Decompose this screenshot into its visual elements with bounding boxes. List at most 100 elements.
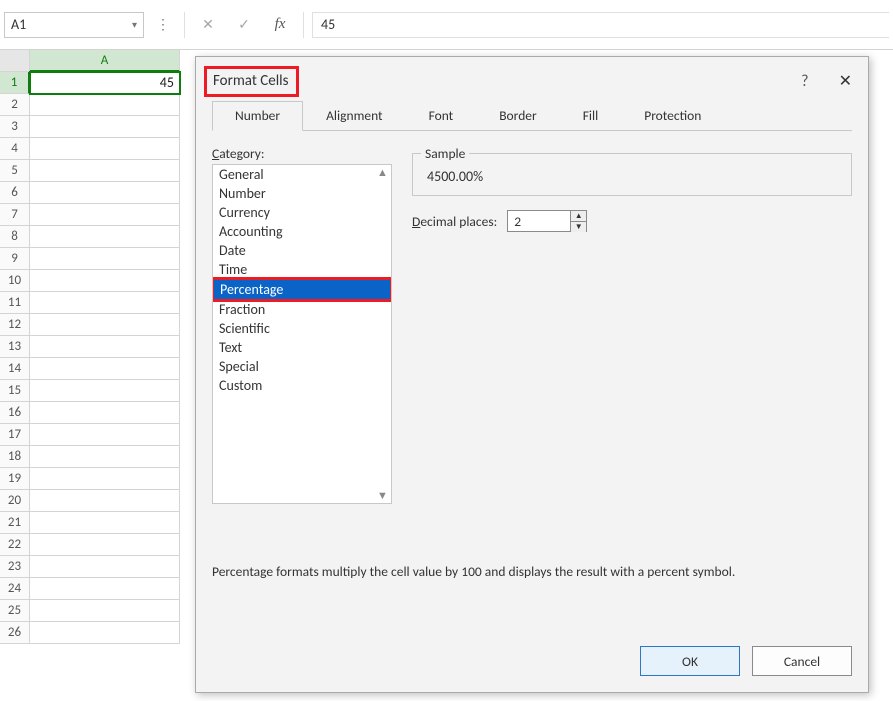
- row-header[interactable]: 11: [0, 292, 30, 314]
- row-header[interactable]: 19: [0, 468, 30, 490]
- cell[interactable]: [30, 578, 180, 600]
- insert-function-button[interactable]: fx: [265, 12, 295, 38]
- cell[interactable]: [30, 248, 180, 270]
- cell[interactable]: [30, 446, 180, 468]
- cell[interactable]: [30, 336, 180, 358]
- row-header[interactable]: 9: [0, 248, 30, 270]
- row-header[interactable]: 13: [0, 336, 30, 358]
- cell[interactable]: [30, 138, 180, 160]
- row-header[interactable]: 8: [0, 226, 30, 248]
- formula-input[interactable]: 45: [312, 12, 889, 38]
- cell[interactable]: [30, 424, 180, 446]
- row-header[interactable]: 26: [0, 622, 30, 644]
- row-header[interactable]: 24: [0, 578, 30, 600]
- row-header[interactable]: 16: [0, 402, 30, 424]
- cell[interactable]: [30, 270, 180, 292]
- category-item-fraction[interactable]: Fraction: [213, 300, 391, 319]
- category-item-general[interactable]: General: [213, 165, 391, 184]
- tab-protection[interactable]: Protection: [621, 101, 724, 130]
- ok-button[interactable]: OK: [640, 646, 740, 676]
- row-header[interactable]: 20: [0, 490, 30, 512]
- row-header[interactable]: 22: [0, 534, 30, 556]
- category-column: Category: GeneralNumberCurrencyAccountin…: [212, 145, 392, 504]
- dialog-title: Format Cells: [213, 72, 288, 90]
- decimal-places-spinner[interactable]: 2 ▲ ▼: [507, 210, 587, 232]
- row-header[interactable]: 4: [0, 138, 30, 160]
- spinner-buttons: ▲ ▼: [570, 211, 586, 231]
- row-header[interactable]: 5: [0, 160, 30, 182]
- row-header[interactable]: 1: [0, 72, 30, 94]
- cell[interactable]: [30, 204, 180, 226]
- cell[interactable]: [30, 512, 180, 534]
- category-listbox[interactable]: GeneralNumberCurrencyAccountingDateTimeP…: [212, 164, 392, 504]
- tab-number[interactable]: Number: [212, 101, 303, 131]
- row-header[interactable]: 25: [0, 600, 30, 622]
- category-item-custom[interactable]: Custom: [213, 376, 391, 395]
- cell[interactable]: [30, 600, 180, 622]
- row-header[interactable]: 3: [0, 116, 30, 138]
- row-header[interactable]: 7: [0, 204, 30, 226]
- cell[interactable]: [30, 226, 180, 248]
- tab-fill[interactable]: Fill: [560, 101, 622, 130]
- cancel-entry-button[interactable]: ✕: [193, 12, 223, 38]
- row-header[interactable]: 23: [0, 556, 30, 578]
- resize-handle-icon[interactable]: ⋮: [150, 16, 176, 33]
- category-item-date[interactable]: Date: [213, 241, 391, 260]
- row-header[interactable]: 18: [0, 446, 30, 468]
- dialog-titlebar[interactable]: Format Cells ? ✕: [212, 67, 852, 95]
- category-item-percentage[interactable]: Percentage: [212, 277, 392, 302]
- cell[interactable]: [30, 622, 180, 644]
- row-header[interactable]: 12: [0, 314, 30, 336]
- row-header[interactable]: 15: [0, 380, 30, 402]
- row-header[interactable]: 21: [0, 512, 30, 534]
- cell[interactable]: [30, 160, 180, 182]
- cell[interactable]: [30, 358, 180, 380]
- cell[interactable]: [30, 380, 180, 402]
- category-item-accounting[interactable]: Accounting: [213, 222, 391, 241]
- tab-border[interactable]: Border: [476, 101, 560, 130]
- category-item-text[interactable]: Text: [213, 338, 391, 357]
- cell[interactable]: [30, 402, 180, 424]
- cell[interactable]: [30, 292, 180, 314]
- scroll-down-icon[interactable]: ▼: [375, 489, 390, 502]
- name-box[interactable]: A1 ▾: [4, 12, 144, 38]
- cell[interactable]: [30, 94, 180, 116]
- dropdown-icon[interactable]: ▾: [132, 18, 137, 31]
- category-item-number[interactable]: Number: [213, 184, 391, 203]
- close-icon[interactable]: ✕: [839, 71, 852, 91]
- x-icon: ✕: [202, 16, 214, 33]
- fx-icon: fx: [275, 16, 286, 33]
- cancel-button[interactable]: Cancel: [752, 646, 852, 676]
- col-header-A[interactable]: A: [30, 50, 180, 72]
- name-box-value: A1: [11, 16, 26, 33]
- category-item-scientific[interactable]: Scientific: [213, 319, 391, 338]
- cell[interactable]: 45: [30, 72, 180, 94]
- spinner-down-icon[interactable]: ▼: [571, 222, 586, 232]
- cell[interactable]: [30, 534, 180, 556]
- category-item-currency[interactable]: Currency: [213, 203, 391, 222]
- scrollbar[interactable]: ▲ ▼: [375, 166, 390, 502]
- category-item-special[interactable]: Special: [213, 357, 391, 376]
- decimal-places-value[interactable]: 2: [508, 211, 570, 231]
- cell[interactable]: [30, 314, 180, 336]
- help-icon[interactable]: ?: [801, 72, 808, 91]
- separator: [184, 12, 185, 38]
- tab-font[interactable]: Font: [406, 101, 477, 130]
- decimal-places-label: Decimal places:: [412, 213, 497, 230]
- dialog-buttons: OK Cancel: [640, 646, 852, 676]
- cell[interactable]: [30, 182, 180, 204]
- row-header[interactable]: 10: [0, 270, 30, 292]
- cell[interactable]: [30, 116, 180, 138]
- cell[interactable]: [30, 468, 180, 490]
- row-header[interactable]: 17: [0, 424, 30, 446]
- spinner-up-icon[interactable]: ▲: [571, 211, 586, 222]
- row-header[interactable]: 2: [0, 94, 30, 116]
- row-header[interactable]: 6: [0, 182, 30, 204]
- cell[interactable]: [30, 556, 180, 578]
- row-header[interactable]: 14: [0, 358, 30, 380]
- select-all-corner[interactable]: [0, 50, 30, 72]
- confirm-entry-button[interactable]: ✓: [229, 12, 259, 38]
- cell[interactable]: [30, 490, 180, 512]
- scroll-up-icon[interactable]: ▲: [375, 166, 390, 179]
- tab-alignment[interactable]: Alignment: [303, 101, 405, 130]
